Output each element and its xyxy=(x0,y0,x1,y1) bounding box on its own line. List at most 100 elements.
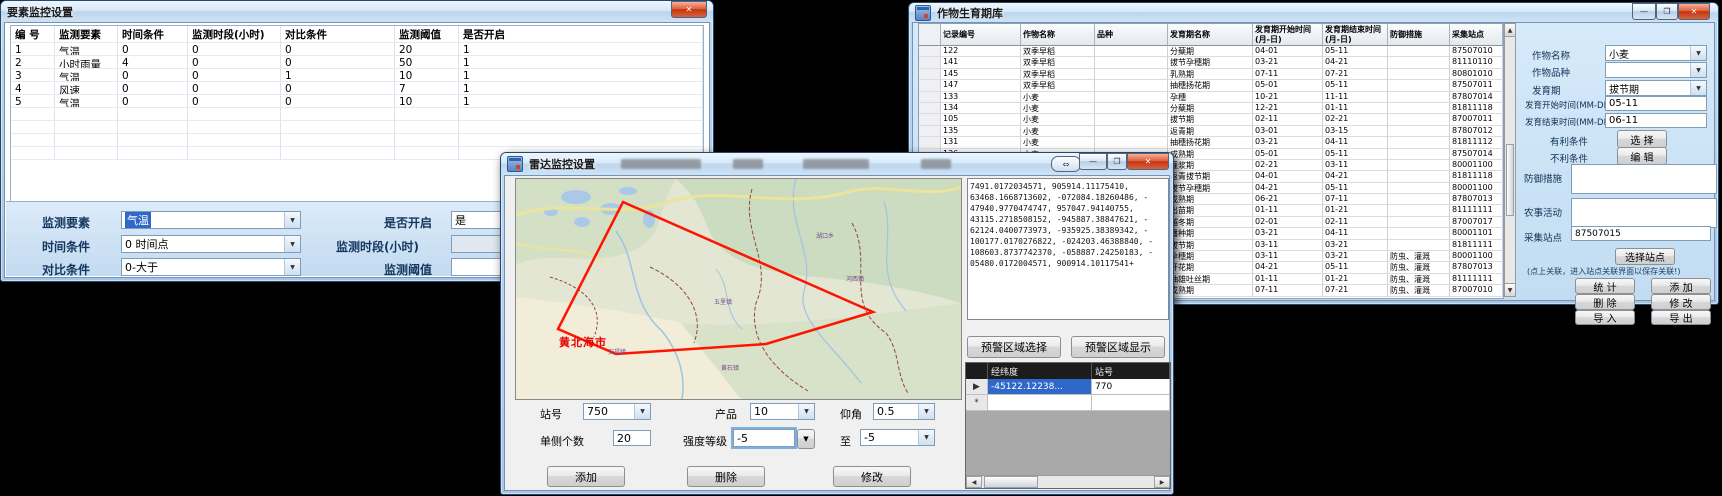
table-row[interactable]: 133 小麦 孕穗 10-21 11-11 87807014 xyxy=(919,92,1503,103)
farming-textarea[interactable] xyxy=(1571,198,1717,228)
col-header[interactable]: 对比条件 xyxy=(281,26,395,43)
row-selector[interactable] xyxy=(919,57,941,68)
crop-titlebar[interactable]: 作物生育期库 xyxy=(909,3,1718,22)
maximize-icon[interactable]: ❐ xyxy=(1107,153,1127,170)
map-canvas[interactable]: 湖口乡 五里镇 安福镇 黄石镇 河西镇 黄北海市 xyxy=(515,178,962,400)
stat-button[interactable]: 统 计 xyxy=(1575,278,1635,294)
row-selector[interactable] xyxy=(919,114,941,125)
table-row[interactable]: 105 小麦 拔节期 02-11 02-21 87007011 xyxy=(919,114,1503,125)
col-header[interactable]: 经纬度 xyxy=(988,363,1092,379)
row-selector[interactable] xyxy=(919,92,941,103)
grid-row[interactable]: ▶ -45122.12238... 770 xyxy=(966,379,1170,395)
chevron-down-icon[interactable]: ▼ xyxy=(634,404,650,419)
table-row[interactable]: 145 双季早稻 乳熟期 07-11 07-21 80801010 xyxy=(919,69,1503,80)
table-row[interactable]: 4 风速 0 0 0 7 1 xyxy=(11,82,703,95)
chevron-down-icon[interactable]: ▼ xyxy=(1690,46,1706,60)
col-header[interactable]: 时间条件 xyxy=(118,26,188,43)
chevron-down-icon[interactable]: ▼ xyxy=(918,430,934,445)
elevation-select[interactable]: 0.5 ▼ xyxy=(873,403,935,420)
station-number-select[interactable]: 750 ▼ xyxy=(583,403,651,420)
close-icon[interactable]: ✕ xyxy=(1678,3,1710,20)
col-header[interactable]: 作物名称 xyxy=(1021,24,1095,46)
growth-period-select[interactable]: 拔节期 ▼ xyxy=(1605,80,1707,96)
col-header[interactable]: 发育期名称 xyxy=(1168,24,1253,46)
station-cell[interactable]: 770 xyxy=(1092,379,1170,395)
col-header[interactable]: 发育期开始时间(月-日) xyxy=(1253,24,1323,46)
delete-button[interactable]: 删除 xyxy=(687,466,765,487)
station-input[interactable] xyxy=(1571,226,1711,241)
chevron-down-icon[interactable]: ▼ xyxy=(284,259,300,275)
scroll-right-icon[interactable]: ▶ xyxy=(1154,476,1170,488)
modify-button[interactable]: 修改 xyxy=(833,466,911,487)
col-header[interactable]: 品种 xyxy=(1095,24,1168,46)
chevron-down-icon[interactable]: ▼ xyxy=(1690,81,1706,95)
scroll-thumb[interactable] xyxy=(1506,144,1514,216)
compare-condition-select[interactable]: 0-大于 ▼ xyxy=(121,258,301,276)
warning-area-show-button[interactable]: 预警区域显示 xyxy=(1071,336,1165,358)
select-station-button[interactable]: 选择站点 xyxy=(1615,248,1675,265)
table-row[interactable]: 141 双季早稻 拔节孕穗期 03-21 04-21 81110110 xyxy=(919,57,1503,68)
col-header[interactable]: 编 号 xyxy=(11,26,55,43)
lnglat-cell[interactable]: -45122.12238... xyxy=(988,379,1092,395)
chevron-down-icon[interactable]: ▼ xyxy=(1690,63,1706,77)
scroll-down-icon[interactable]: ▼ xyxy=(1505,283,1515,296)
col-header[interactable]: 记录编号 xyxy=(941,24,1021,46)
element-monitor-titlebar[interactable]: 要素监控设置 xyxy=(1,1,713,22)
table-row[interactable]: 134 小麦 分蘖期 12-21 01-11 81811118 xyxy=(919,103,1503,114)
grid-new-row[interactable]: * xyxy=(966,395,1170,411)
row-selector[interactable] xyxy=(919,46,941,57)
start-date-input[interactable] xyxy=(1605,96,1707,111)
table-row[interactable]: 147 双季早稻 抽穗扬花期 05-01 05-11 87507011 xyxy=(919,80,1503,91)
col-header[interactable]: 防御措施 xyxy=(1388,24,1450,46)
intensity-dropdown-icon[interactable]: ▼ xyxy=(797,429,815,449)
col-header[interactable]: 监测要素 xyxy=(55,26,118,43)
end-date-input[interactable] xyxy=(1605,113,1707,128)
col-header[interactable]: 监测阈值 xyxy=(395,26,459,43)
chevron-down-icon[interactable]: ▼ xyxy=(798,404,814,419)
table-row[interactable]: 131 小麦 抽穗扬花期 03-21 04-11 81811112 xyxy=(919,137,1503,148)
minimize-icon[interactable]: — xyxy=(1632,3,1656,20)
coordinates-textarea[interactable]: 7491.0172034571, 905914.11175410, 63468.… xyxy=(967,178,1169,320)
unfavorable-edit-button[interactable]: 编 辑 xyxy=(1617,147,1667,165)
col-header[interactable]: 监测时段(小时) xyxy=(188,26,281,43)
table-row[interactable]: 2 小时雨量 4 0 0 50 1 xyxy=(11,56,703,69)
delete-button[interactable]: 删 除 xyxy=(1575,294,1635,310)
crop-variety-select[interactable]: ▼ xyxy=(1605,62,1707,78)
table-row[interactable]: 3 气温 0 0 1 10 1 xyxy=(11,69,703,82)
close-icon[interactable]: ✕ xyxy=(671,1,707,18)
add-button[interactable]: 添加 xyxy=(547,466,625,487)
row-selector[interactable] xyxy=(919,69,941,80)
col-header[interactable]: 是否开启 xyxy=(459,26,703,43)
time-condition-select[interactable]: 0 时间点 ▼ xyxy=(121,235,301,253)
chevron-down-icon[interactable]: ▼ xyxy=(284,236,300,252)
scroll-thumb[interactable] xyxy=(984,476,1038,488)
chevron-down-icon[interactable]: ▼ xyxy=(918,404,934,419)
product-select[interactable]: 10 ▼ xyxy=(750,403,815,420)
minimize-icon[interactable]: — xyxy=(1079,153,1107,170)
col-header[interactable]: 采集站点 xyxy=(1450,24,1503,46)
col-header[interactable]: 站号 xyxy=(1092,363,1170,379)
favorable-select-button[interactable]: 选 择 xyxy=(1617,130,1667,148)
to-select[interactable]: -5 ▼ xyxy=(860,429,935,446)
vertical-scrollbar[interactable]: ▲ ▼ xyxy=(1504,23,1516,297)
row-selector[interactable] xyxy=(919,137,941,148)
resize-pill-icon[interactable]: ⇔ xyxy=(1051,156,1081,172)
crop-name-select[interactable]: 小麦 ▼ xyxy=(1605,45,1707,61)
import-button[interactable]: 导 入 xyxy=(1575,310,1635,325)
col-header[interactable]: 发育期结束时间(月-日) xyxy=(1323,24,1388,46)
export-button[interactable]: 导 出 xyxy=(1651,310,1711,325)
per-side-count-input[interactable] xyxy=(613,430,651,446)
monitor-element-select[interactable]: 气温 ▼ xyxy=(121,211,301,229)
table-row[interactable]: 122 双季早稻 分蘖期 04-01 05-11 87507010 xyxy=(919,46,1503,57)
maximize-icon[interactable]: ❐ xyxy=(1656,3,1678,20)
add-button[interactable]: 添 加 xyxy=(1651,278,1711,294)
intensity-level-select[interactable]: -5 xyxy=(733,429,795,447)
scroll-up-icon[interactable]: ▲ xyxy=(1505,24,1515,37)
table-row[interactable]: 5 气温 0 0 0 10 1 xyxy=(11,95,703,108)
table-row[interactable]: 1 气温 0 0 0 20 1 xyxy=(11,43,703,56)
modify-button[interactable]: 修 改 xyxy=(1651,294,1711,310)
table-row[interactable]: 135 小麦 返青期 03-01 03-15 87807012 xyxy=(919,126,1503,137)
horizontal-scrollbar[interactable]: ◀ ▶ xyxy=(966,475,1170,488)
chevron-down-icon[interactable]: ▼ xyxy=(284,212,300,228)
close-icon[interactable]: ✕ xyxy=(1127,153,1169,170)
